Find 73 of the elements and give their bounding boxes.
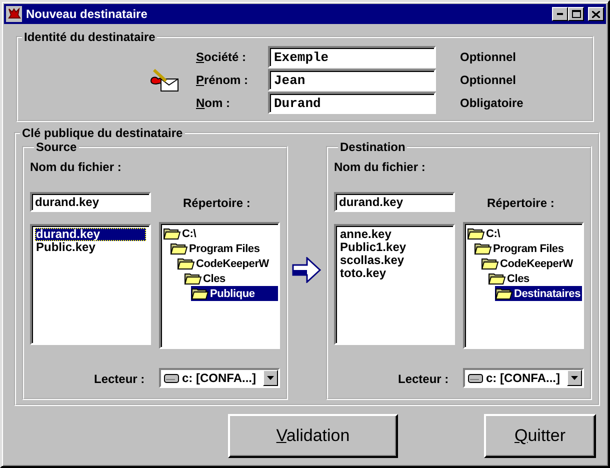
field-label: Nom du fichier : — [334, 160, 426, 174]
tree-item[interactable]: CodeKeeperW — [177, 256, 278, 271]
text-field[interactable]: Durand — [268, 92, 436, 114]
file-list[interactable]: anne.key Public1.key scollas.key toto.key — [334, 224, 455, 345]
folder-icon — [488, 272, 506, 285]
tree-item[interactable]: Program Files — [474, 241, 582, 256]
field-label: Nom : — [196, 96, 232, 110]
letter-pen-icon — [148, 67, 180, 93]
text-field[interactable]: Exemple — [268, 46, 436, 68]
close-icon — [592, 10, 600, 18]
folder-icon — [191, 287, 209, 300]
tree-item[interactable]: Cles — [488, 271, 582, 286]
tree-item[interactable]: C:\ — [163, 226, 278, 241]
dropdown-button[interactable] — [567, 370, 582, 386]
dropdown-button[interactable] — [263, 370, 278, 386]
field-label: Prénom : — [196, 73, 250, 87]
tree-item[interactable]: Publique — [191, 286, 278, 301]
window-title: Nouveau destinataire — [26, 7, 148, 21]
minimize-icon — [557, 13, 563, 15]
filename-field[interactable]: durand.key — [334, 192, 455, 212]
maximize-icon — [572, 10, 580, 18]
folder-icon — [163, 227, 181, 240]
text-field[interactable]: Jean — [268, 69, 436, 91]
tree-item[interactable]: Program Files — [170, 241, 278, 256]
drive-dropdown[interactable]: c: [CONFA...] — [463, 368, 584, 388]
tree-item[interactable]: Cles — [184, 271, 278, 286]
file-item[interactable]: anne.key — [339, 228, 450, 241]
panel-title: Destination — [339, 140, 406, 154]
folder-icon — [481, 257, 499, 270]
file-item[interactable]: scollas.key — [339, 254, 450, 267]
field-note: Optionnel — [459, 73, 517, 87]
maximize-button[interactable] — [568, 7, 584, 21]
folder-icon — [495, 287, 513, 300]
file-item[interactable]: toto.key — [339, 267, 450, 280]
field-note: Optionnel — [459, 50, 517, 64]
file-item[interactable]: Public.key — [35, 241, 146, 254]
panel-title: Source — [35, 140, 78, 154]
folder-icon — [474, 242, 492, 255]
drive-value: c: [CONFA...] — [486, 371, 560, 385]
field-note: Obligatoire — [459, 96, 524, 110]
drive-dropdown[interactable]: c: [CONFA...] — [159, 368, 280, 388]
group-title: Clé publique du destinataire — [21, 126, 184, 140]
group-title: Identité du destinataire — [23, 30, 156, 44]
file-item[interactable]: durand.key — [35, 228, 146, 241]
field-label: Lecteur : — [398, 372, 449, 386]
file-item[interactable]: Public1.key — [339, 241, 450, 254]
directory-tree[interactable]: C:\ Program Files CodeKeeperW Cles Destinataires — [463, 222, 584, 349]
drive-icon — [468, 374, 483, 382]
field-label: Répertoire : — [183, 196, 250, 210]
folder-icon — [177, 257, 195, 270]
dialog-button[interactable]: Validation — [228, 414, 398, 458]
caret-icon — [571, 376, 578, 380]
field-label: Nom du fichier : — [30, 160, 122, 174]
right-arrow-icon — [292, 257, 322, 283]
field-label: Société : — [196, 50, 248, 64]
tree-item[interactable]: C:\ — [467, 226, 582, 241]
minimize-button[interactable] — [552, 7, 568, 21]
drive-value: c: [CONFA...] — [182, 371, 256, 385]
tree-item[interactable]: CodeKeeperW — [481, 256, 582, 271]
directory-tree[interactable]: C:\ Program Files CodeKeeperW Cles Publique — [159, 222, 280, 349]
filename-field[interactable]: durand.key — [30, 192, 151, 212]
dialog-button[interactable]: Quitter — [484, 414, 596, 458]
tree-item[interactable]: Destinataires — [495, 286, 582, 301]
file-list[interactable]: durand.key Public.key — [30, 224, 151, 345]
app-icon — [6, 6, 22, 22]
folder-icon — [467, 227, 485, 240]
folder-icon — [170, 242, 188, 255]
close-button[interactable] — [588, 7, 604, 21]
field-label: Répertoire : — [487, 196, 554, 210]
caret-icon — [267, 376, 274, 380]
field-label: Lecteur : — [94, 372, 145, 386]
folder-icon — [184, 272, 202, 285]
drive-icon — [164, 374, 179, 382]
